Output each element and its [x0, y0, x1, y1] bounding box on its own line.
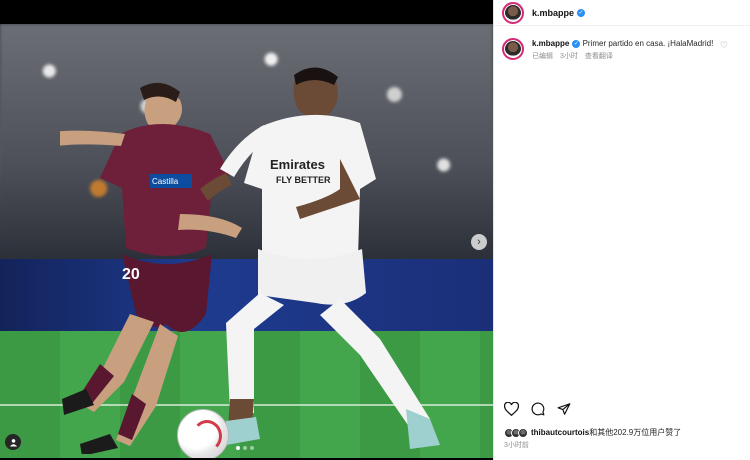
- comment-icon[interactable]: [531, 402, 545, 416]
- next-media-button[interactable]: ›: [471, 234, 487, 250]
- post-caption: k.mbappe ✓ Primer partido en casa. ¡HalaM…: [502, 38, 747, 63]
- opponent-number: 20: [122, 266, 140, 283]
- player-white: Emirates FLY BETTER: [200, 67, 440, 449]
- post-photo: Castilla 20 Emirates FLY BETTER: [0, 24, 493, 458]
- likes-text[interactable]: thibautcourtois和其他202.9万位用户赞了: [531, 427, 681, 438]
- post-media: Castilla 20 Emirates FLY BETTER ›: [0, 0, 493, 460]
- username-link[interactable]: k.mbappe: [532, 8, 574, 18]
- likes-count[interactable]: 和其他202.9万位用户赞了: [589, 428, 681, 437]
- translate-link[interactable]: 查看翻译: [585, 53, 613, 60]
- liker-username[interactable]: thibautcourtois: [531, 428, 589, 437]
- avatar: [518, 427, 528, 438]
- verified-badge-icon: ✓: [577, 8, 586, 17]
- jersey-sponsor: Emirates: [270, 157, 325, 172]
- verified-badge-icon: ✓: [572, 39, 581, 48]
- avatar[interactable]: [502, 1, 524, 24]
- post-timestamp[interactable]: 3小时前: [504, 440, 529, 450]
- comment-like-heart-icon[interactable]: ♡: [720, 40, 728, 51]
- caption-time[interactable]: 3小时: [560, 53, 578, 60]
- share-icon[interactable]: [557, 402, 571, 416]
- caption-username[interactable]: k.mbappe: [532, 39, 569, 48]
- liker-avatars: [504, 427, 528, 438]
- carousel-dot: [236, 446, 240, 450]
- carousel-indicator: [236, 446, 254, 450]
- caption-meta: 已编辑 3小时 查看翻译: [532, 51, 713, 63]
- like-heart-icon[interactable]: [504, 402, 519, 416]
- post-header: k.mbappe ✓: [494, 0, 750, 26]
- user-icon: [9, 438, 17, 447]
- likes-summary: thibautcourtois和其他202.9万位用户赞了: [504, 427, 681, 438]
- post-side-panel: k.mbappe ✓ k.mbappe ✓ Primer partido en c…: [493, 0, 750, 460]
- caption-text: Primer partido en casa. ¡HalaMadrid!: [582, 39, 714, 48]
- tagged-users-button[interactable]: [5, 434, 21, 450]
- edited-label: 已编辑: [532, 53, 553, 60]
- opponent-sponsor: Castilla: [152, 177, 179, 186]
- carousel-dot: [250, 446, 254, 450]
- caption-avatar[interactable]: [502, 38, 524, 60]
- post-actions: [504, 402, 571, 416]
- soccer-ball: [177, 409, 229, 458]
- carousel-dot: [243, 446, 247, 450]
- jersey-slogan: FLY BETTER: [276, 175, 331, 185]
- chevron-right-icon: ›: [477, 236, 481, 248]
